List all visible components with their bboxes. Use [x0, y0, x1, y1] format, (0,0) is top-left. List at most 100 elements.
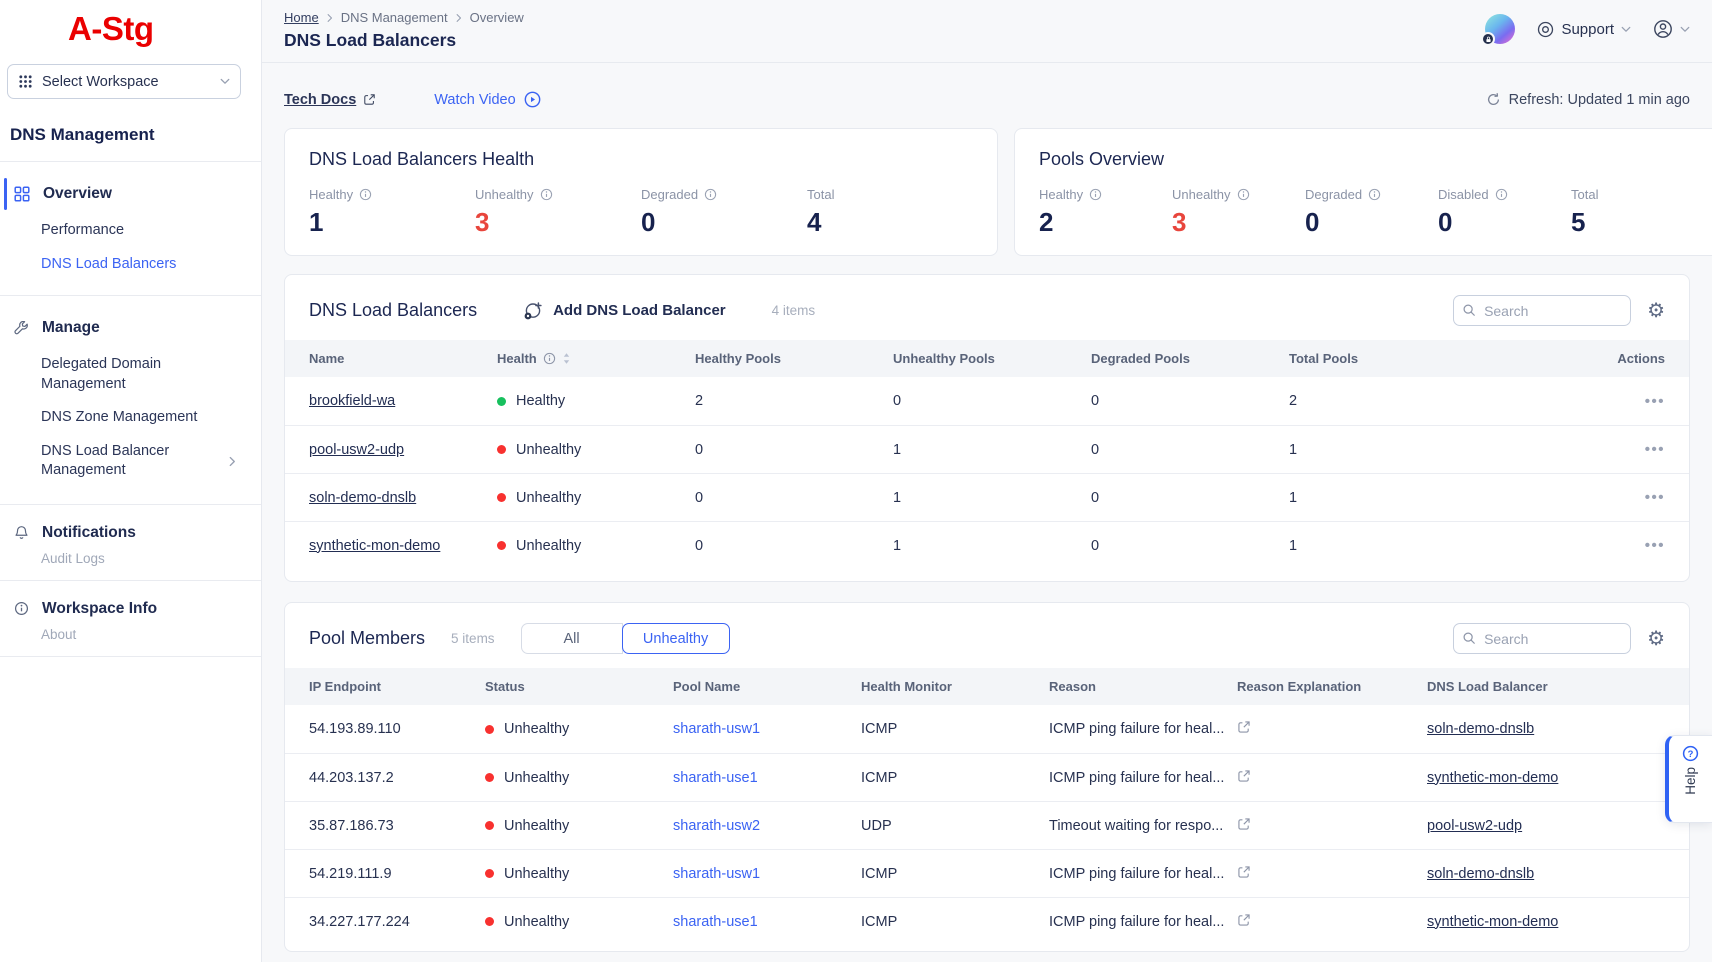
lb-name-link[interactable]: synthetic-mon-demo	[309, 538, 440, 554]
tab-unhealthy[interactable]: Unhealthy	[622, 623, 730, 654]
table-row: 44.203.137.2 Unhealthy sharath-use1 ICMP…	[285, 753, 1689, 801]
row-actions-menu[interactable]: •••	[1645, 441, 1665, 458]
pool-name-link[interactable]: sharath-use1	[673, 770, 758, 786]
info-icon[interactable]	[1495, 188, 1508, 201]
stat-value: 2	[1039, 207, 1172, 238]
sidebar-item-dns-load-balancers[interactable]: DNS Load Balancers	[0, 248, 261, 282]
tech-docs-link[interactable]: Tech Docs	[284, 92, 376, 108]
lb-table-settings-button[interactable]: ⚙	[1647, 301, 1665, 321]
sidebar-heading: DNS Management	[10, 125, 261, 145]
unhealthy-pools-value: 0	[893, 393, 1091, 409]
lb-search-input[interactable]	[1453, 295, 1631, 326]
bell-icon	[14, 525, 29, 540]
sidebar: A-Stg Select Workspace DNS Management Ov…	[0, 0, 262, 962]
divider	[0, 295, 261, 296]
breadcrumb-dns-management[interactable]: DNS Management	[341, 10, 448, 25]
watch-video-link[interactable]: Watch Video	[434, 91, 540, 108]
support-icon	[1537, 21, 1554, 38]
reason-explanation-link-icon[interactable]	[1237, 817, 1251, 831]
status-label: Unhealthy	[504, 818, 569, 834]
info-icon[interactable]	[704, 188, 717, 201]
row-actions-menu[interactable]: •••	[1645, 393, 1665, 410]
pool-members-settings-button[interactable]: ⚙	[1647, 629, 1665, 649]
refresh-button[interactable]: Refresh: Updated 1 min ago	[1486, 92, 1690, 108]
stat-label: Total	[807, 187, 834, 202]
support-menu[interactable]: Support	[1537, 21, 1631, 38]
ip-endpoint: 35.87.186.73	[309, 818, 485, 834]
sidebar-item-workspace-info[interactable]: Workspace Info	[0, 589, 261, 629]
sort-icon[interactable]	[562, 352, 571, 365]
reason-explanation-link-icon[interactable]	[1237, 720, 1251, 734]
reason-explanation-link-icon[interactable]	[1237, 913, 1251, 927]
info-icon[interactable]	[1368, 188, 1381, 201]
watch-video-label: Watch Video	[434, 92, 515, 108]
refresh-label: Refresh: Updated 1 min ago	[1509, 92, 1690, 108]
sidebar-item-dns-zone-management[interactable]: DNS Zone Management	[0, 401, 261, 435]
sidebar-item-label: Overview	[43, 185, 112, 203]
healthy-pools-value: 0	[695, 442, 893, 458]
pool-name-link[interactable]: sharath-usw1	[673, 866, 760, 882]
info-icon[interactable]	[1237, 188, 1250, 201]
lb-name-link[interactable]: brookfield-wa	[309, 393, 395, 409]
tab-all[interactable]: All	[521, 623, 623, 654]
lb-name-link[interactable]: soln-demo-dnslb	[309, 490, 416, 506]
stat-healthy: Healthy 1	[309, 187, 475, 238]
card-title: DNS Load Balancers Health	[309, 149, 973, 170]
sidebar-item-label: DNS Load Balancer Management	[41, 442, 211, 481]
col-health-label: Health	[497, 351, 537, 366]
sidebar-item-label: Delegated Domain Management	[41, 355, 211, 394]
account-avatar[interactable]	[1485, 14, 1515, 44]
status-dot	[497, 445, 506, 454]
breadcrumb: Home DNS Management Overview	[284, 10, 524, 25]
sidebar-item-label: DNS Zone Management	[41, 408, 211, 428]
reason-text: ICMP ping failure for heal...	[1049, 914, 1237, 930]
user-menu[interactable]	[1653, 19, 1690, 39]
pool-members-title: Pool Members	[309, 628, 425, 649]
dns-load-balancer-link[interactable]: synthetic-mon-demo	[1427, 914, 1558, 930]
breadcrumb-overview[interactable]: Overview	[470, 10, 524, 25]
pool-name-link[interactable]: sharath-usw2	[673, 818, 760, 834]
sidebar-item-audit-logs[interactable]: Audit Logs	[0, 551, 261, 570]
col-status: Status	[485, 679, 673, 694]
sidebar-item-overview[interactable]: Overview	[0, 174, 261, 214]
svg-text:?: ?	[1688, 749, 1694, 760]
health-monitor: UDP	[861, 818, 1049, 834]
col-health[interactable]: Health	[497, 351, 695, 366]
row-actions-menu[interactable]: •••	[1645, 537, 1665, 554]
workspace-selector[interactable]: Select Workspace	[7, 64, 241, 99]
external-link-icon	[363, 93, 376, 106]
status-label: Unhealthy	[504, 721, 569, 737]
reason-explanation-link-icon[interactable]	[1237, 769, 1251, 783]
sidebar-item-notifications[interactable]: Notifications	[0, 513, 261, 553]
info-icon[interactable]	[540, 188, 553, 201]
info-icon[interactable]	[1089, 188, 1102, 201]
dns-load-balancer-link[interactable]: soln-demo-dnslb	[1427, 866, 1534, 882]
stat-value: 0	[1438, 207, 1571, 238]
reason-explanation-link-icon[interactable]	[1237, 865, 1251, 879]
lb-name-link[interactable]: pool-usw2-udp	[309, 442, 404, 458]
reason-text: ICMP ping failure for heal...	[1049, 866, 1237, 882]
sidebar-item-about[interactable]: About	[0, 627, 261, 646]
sidebar-item-manage[interactable]: Manage	[0, 308, 261, 348]
pool-name-link[interactable]: sharath-usw1	[673, 721, 760, 737]
breadcrumb-home[interactable]: Home	[284, 10, 319, 25]
dns-load-balancer-link[interactable]: pool-usw2-udp	[1427, 818, 1522, 834]
help-widget[interactable]: ? Help	[1665, 735, 1712, 823]
table-row: 34.227.177.224 Unhealthy sharath-use1 IC…	[285, 897, 1689, 945]
pool-name-link[interactable]: sharath-use1	[673, 914, 758, 930]
sidebar-item-dns-load-balancer-management[interactable]: DNS Load Balancer Management	[0, 435, 261, 488]
health-monitor: ICMP	[861, 770, 1049, 786]
sidebar-item-performance[interactable]: Performance	[0, 214, 261, 248]
stat-label: Total	[1571, 187, 1598, 202]
pool-members-search-input[interactable]	[1453, 623, 1631, 654]
unhealthy-pools-value: 1	[893, 442, 1091, 458]
add-dns-load-balancer-button[interactable]: Add DNS Load Balancer	[523, 301, 726, 321]
info-icon[interactable]	[543, 352, 556, 365]
sidebar-item-delegated-domain-management[interactable]: Delegated Domain Management	[0, 348, 261, 401]
dns-load-balancer-link[interactable]: synthetic-mon-demo	[1427, 770, 1558, 786]
row-actions-menu[interactable]: •••	[1645, 489, 1665, 506]
active-indicator	[4, 178, 7, 210]
sidebar-item-label: Notifications	[42, 524, 136, 542]
info-icon[interactable]	[359, 188, 372, 201]
dns-load-balancer-link[interactable]: soln-demo-dnslb	[1427, 721, 1534, 737]
